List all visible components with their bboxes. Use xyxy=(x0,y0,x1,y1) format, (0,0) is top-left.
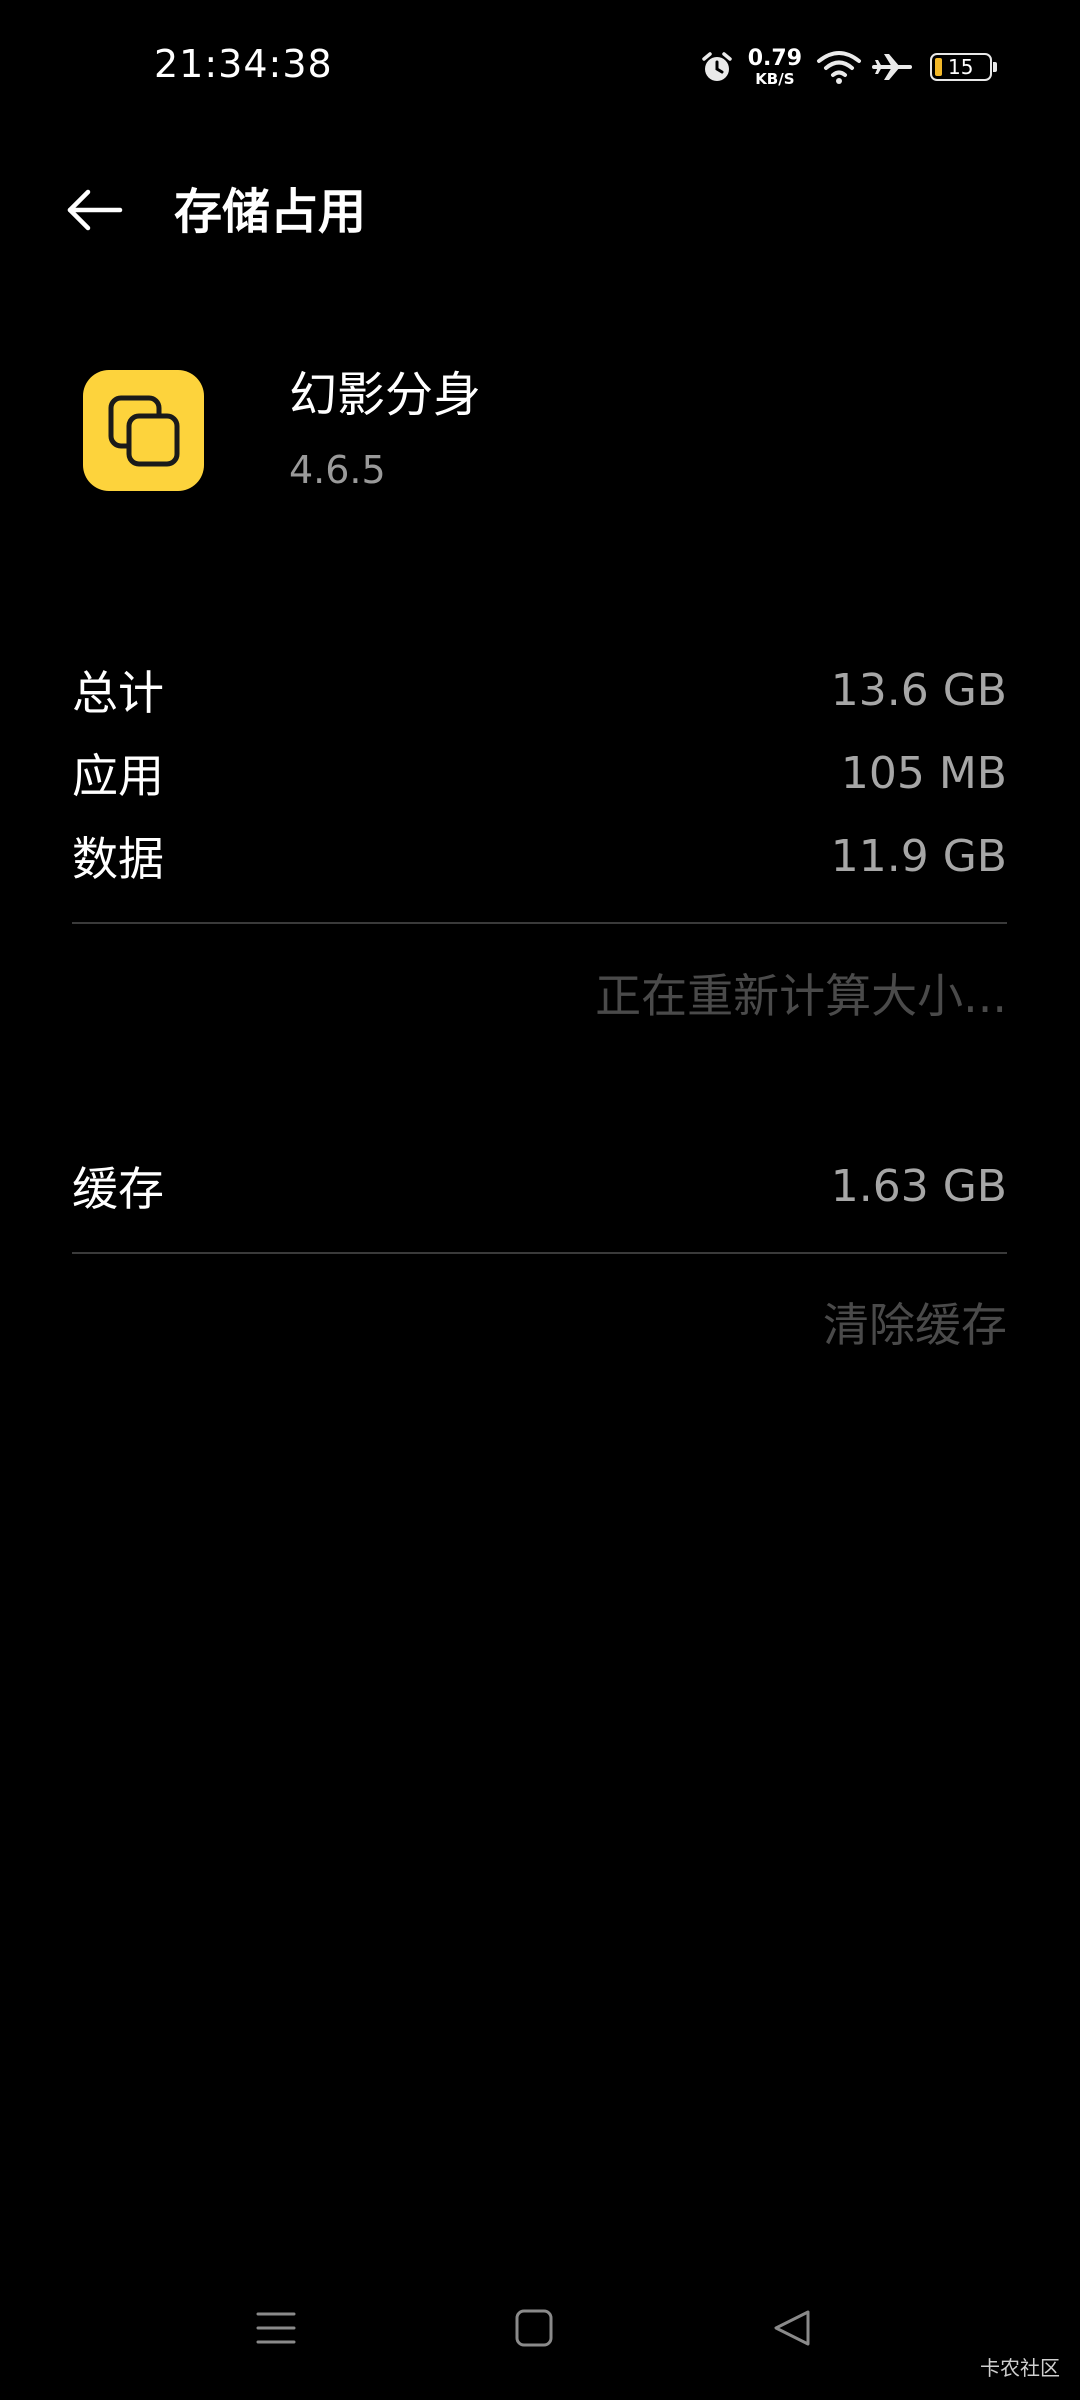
storage-row-app: 应用 105 MB xyxy=(72,738,1007,808)
app-size-label: 应用 xyxy=(72,749,164,803)
status-time: 21:34:38 xyxy=(154,42,333,86)
total-value: 13.6 GB xyxy=(830,664,1007,716)
alarm-icon xyxy=(700,50,734,84)
data-size-value: 11.9 GB xyxy=(830,830,1007,882)
page-title: 存储占用 xyxy=(174,184,367,240)
net-speed-indicator: 0.79 KB/S xyxy=(747,45,802,88)
total-label: 总计 xyxy=(72,666,164,720)
back-nav-button[interactable] xyxy=(752,2300,832,2360)
arrow-left-icon xyxy=(66,188,124,236)
data-size-label: 数据 xyxy=(72,832,164,886)
cache-value: 1.63 GB xyxy=(830,1160,1007,1212)
home-button[interactable] xyxy=(494,2300,574,2360)
app-name: 幻影分身 xyxy=(289,367,482,423)
back-triangle-icon xyxy=(772,2308,812,2352)
recalculating-button[interactable]: 正在重新计算大小... xyxy=(595,963,1007,1029)
clone-icon xyxy=(108,395,179,466)
menu-button[interactable] xyxy=(236,2300,316,2360)
app-size-value: 105 MB xyxy=(840,747,1007,799)
app-icon xyxy=(83,370,204,491)
net-speed-value: 0.79 xyxy=(747,45,802,71)
battery-level: 15 xyxy=(948,55,974,79)
status-icons: 0.79 KB/S 15 xyxy=(700,42,997,92)
net-speed-unit: KB/S xyxy=(755,69,795,88)
watermark: 卡农社区 xyxy=(980,2356,1060,2380)
home-icon xyxy=(514,2308,554,2352)
clear-cache-button[interactable]: 清除缓存 xyxy=(823,1292,1007,1358)
status-bar: 21:34:38 0.79 KB/S 15 xyxy=(0,0,1080,130)
cache-label: 缓存 xyxy=(72,1162,164,1216)
menu-icon xyxy=(256,2308,296,2352)
battery-fill xyxy=(935,58,942,76)
wifi-icon xyxy=(816,49,862,85)
battery-icon: 15 xyxy=(930,53,997,81)
back-button[interactable] xyxy=(60,180,130,244)
airplane-icon xyxy=(872,50,912,84)
divider xyxy=(72,922,1007,924)
cache-row: 缓存 1.63 GB xyxy=(72,1151,1007,1221)
app-version: 4.6.5 xyxy=(289,448,386,492)
divider xyxy=(72,1252,1007,1254)
storage-row-total: 总计 13.6 GB xyxy=(72,655,1007,725)
storage-row-data: 数据 11.9 GB xyxy=(72,821,1007,891)
